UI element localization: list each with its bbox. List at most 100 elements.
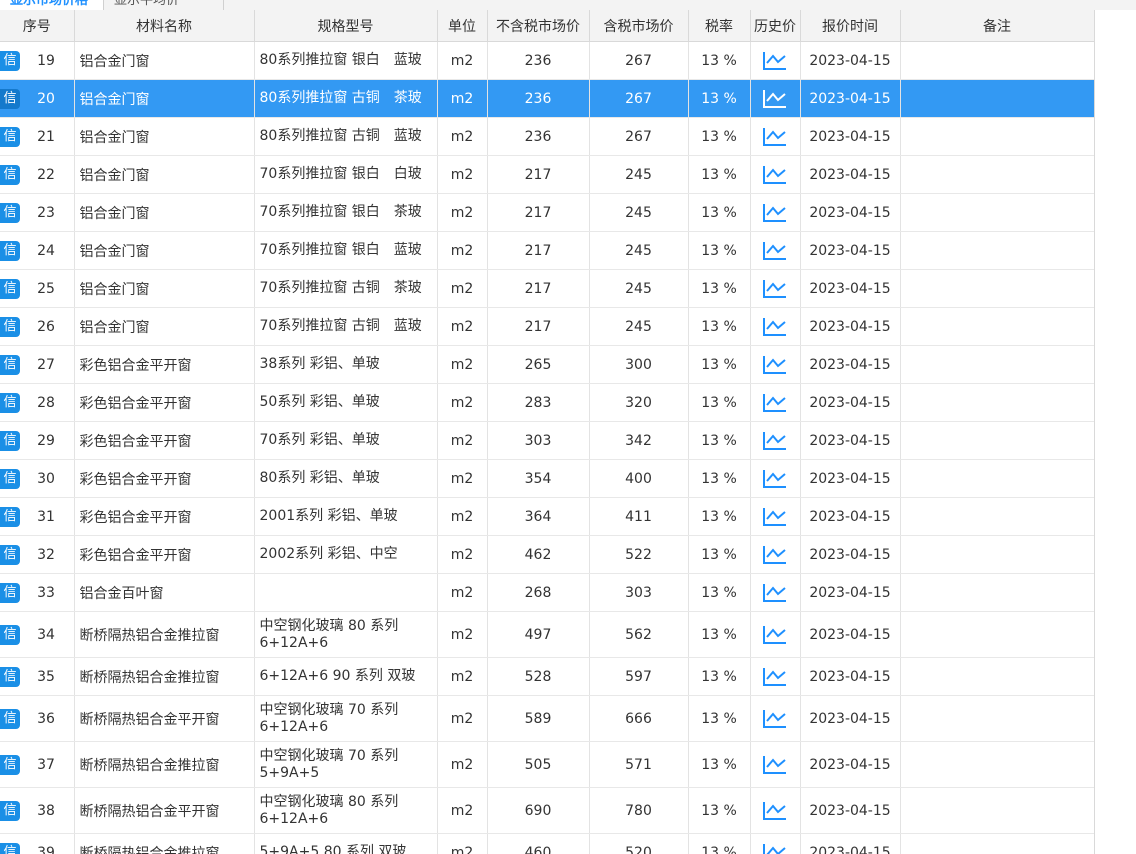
cell-seq: 信 24 [0, 231, 75, 270]
column-header-price-with-tax[interactable]: 含税市场价 [589, 10, 689, 42]
table-row[interactable]: 信 26 铝合金门窗 70系列推拉窗 古铜 蓝玻 m2 217 245 13 % 2023-04… [0, 307, 1094, 346]
table-row[interactable]: 信 34 断桥隔热铝合金推拉窗 中空钢化玻璃 80 系列 6+12A+6 m2 497 56… [0, 611, 1094, 658]
table-row[interactable]: 信 37 断桥隔热铝合金推拉窗 中空钢化玻璃 70 系列 5+9A+5 m2 505 571… [0, 741, 1094, 788]
tab-average-price[interactable]: 显示平均价 [104, 0, 224, 10]
cell-note[interactable] [900, 611, 1094, 658]
cell-note[interactable] [900, 231, 1094, 270]
cell-note[interactable] [900, 79, 1094, 118]
cell-note[interactable] [900, 421, 1094, 460]
column-header-note[interactable]: 备注 [900, 10, 1094, 42]
table-row[interactable]: 信 38 断桥隔热铝合金平开窗 中空钢化玻璃 80 系列 6+12A+6 m2 690 78… [0, 787, 1094, 834]
history-chart-icon[interactable] [762, 164, 788, 186]
cell-seq: 信 32 [0, 535, 75, 574]
table-row[interactable]: 信 21 铝合金门窗 80系列推拉窗 古铜 蓝玻 m2 236 267 13 % 2023-04… [0, 117, 1094, 156]
history-chart-icon[interactable] [762, 666, 788, 688]
history-chart-icon[interactable] [762, 278, 788, 300]
info-badge[interactable]: 信 [0, 624, 20, 645]
cell-note[interactable] [900, 787, 1094, 834]
info-badge[interactable]: 信 [0, 842, 20, 854]
history-chart-icon[interactable] [762, 708, 788, 730]
history-chart-icon[interactable] [762, 126, 788, 148]
column-header-price-pre-tax[interactable]: 不含税市场价 [487, 10, 590, 42]
column-header-unit[interactable]: 单位 [437, 10, 488, 42]
table-row[interactable]: 信 23 铝合金门窗 70系列推拉窗 银白 茶玻 m2 217 245 13 % 2023-04… [0, 193, 1094, 232]
table-row[interactable]: 信 30 彩色铝合金平开窗 80系列 彩铝、单玻 m2 354 400 13 % 2023-04… [0, 459, 1094, 498]
table-row[interactable]: 信 25 铝合金门窗 70系列推拉窗 古铜 茶玻 m2 217 245 13 % 2023-04… [0, 269, 1094, 308]
column-header-name[interactable]: 材料名称 [74, 10, 255, 42]
cell-history [750, 787, 801, 834]
table-row[interactable]: 信 32 彩色铝合金平开窗 2002系列 彩铝、中空 m2 462 522 13 % 2023-… [0, 535, 1094, 574]
cell-note[interactable] [900, 497, 1094, 536]
cell-note[interactable] [900, 741, 1094, 788]
table-row[interactable]: 信 39 断桥隔热铝合金推拉窗 5+9A+5 80 系列 双玻 m2 460 520 13 %… [0, 833, 1094, 854]
info-badge[interactable]: 信 [0, 582, 20, 603]
table-row[interactable]: 信 27 彩色铝合金平开窗 38系列 彩铝、单玻 m2 265 300 13 % 2023-04… [0, 345, 1094, 384]
table-row[interactable]: 信 28 彩色铝合金平开窗 50系列 彩铝、单玻 m2 283 320 13 % 2023-04… [0, 383, 1094, 422]
info-badge[interactable]: 信 [0, 202, 20, 223]
table-row[interactable]: 信 22 铝合金门窗 70系列推拉窗 银白 白玻 m2 217 245 13 % 2023-04… [0, 155, 1094, 194]
table-row[interactable]: 信 19 铝合金门窗 80系列推拉窗 银白 蓝玻 m2 236 267 13 % 2023-04… [0, 41, 1094, 80]
history-chart-icon[interactable] [762, 240, 788, 262]
info-badge[interactable]: 信 [0, 506, 20, 527]
history-chart-icon[interactable] [762, 800, 788, 822]
info-badge[interactable]: 信 [0, 354, 20, 375]
column-header-seq[interactable]: 序号 [0, 10, 75, 42]
cell-note[interactable] [900, 345, 1094, 384]
cell-note[interactable] [900, 695, 1094, 742]
cell-note[interactable] [900, 383, 1094, 422]
column-header-spec[interactable]: 规格型号 [254, 10, 438, 42]
table-row[interactable]: 信 20 铝合金门窗 80系列推拉窗 古铜 茶玻 m2 236 267 13 % 2023-04… [0, 79, 1094, 118]
table-row[interactable]: 信 31 彩色铝合金平开窗 2001系列 彩铝、单玻 m2 364 411 13 % 2023-… [0, 497, 1094, 536]
info-badge[interactable]: 信 [0, 126, 20, 147]
table-row[interactable]: 信 29 彩色铝合金平开窗 70系列 彩铝、单玻 m2 303 342 13 % 2023-04… [0, 421, 1094, 460]
cell-note[interactable] [900, 657, 1094, 696]
column-header-tax-rate[interactable]: 税率 [688, 10, 751, 42]
history-chart-icon[interactable] [762, 582, 788, 604]
info-badge[interactable]: 信 [0, 754, 20, 775]
info-badge[interactable]: 信 [0, 468, 20, 489]
info-badge[interactable]: 信 [0, 88, 20, 109]
info-badge[interactable]: 信 [0, 544, 20, 565]
table-row[interactable]: 信 24 铝合金门窗 70系列推拉窗 银白 蓝玻 m2 217 245 13 % 2023-04… [0, 231, 1094, 270]
history-chart-icon[interactable] [762, 624, 788, 646]
history-chart-icon[interactable] [762, 544, 788, 566]
info-badge[interactable]: 信 [0, 240, 20, 261]
history-chart-icon[interactable] [762, 392, 788, 414]
history-chart-icon[interactable] [762, 430, 788, 452]
history-chart-icon[interactable] [762, 506, 788, 528]
table-row[interactable]: 信 33 铝合金百叶窗 m2 268 303 13 % 2023-04-15 [0, 573, 1094, 612]
tab-market-price[interactable]: 显示市场价格 [0, 0, 104, 10]
info-badge[interactable]: 信 [0, 50, 20, 71]
info-badge[interactable]: 信 [0, 708, 20, 729]
history-chart-icon[interactable] [762, 50, 788, 72]
column-header-history[interactable]: 历史价 [750, 10, 801, 42]
cell-note[interactable] [900, 573, 1094, 612]
cell-history [750, 833, 801, 854]
cell-note[interactable] [900, 193, 1094, 232]
cell-note[interactable] [900, 269, 1094, 308]
table-row[interactable]: 信 36 断桥隔热铝合金平开窗 中空钢化玻璃 70 系列 6+12A+6 m2 589 66… [0, 695, 1094, 742]
history-chart-icon[interactable] [762, 316, 788, 338]
history-chart-icon[interactable] [762, 842, 788, 854]
info-badge[interactable]: 信 [0, 392, 20, 413]
cell-note[interactable] [900, 117, 1094, 156]
cell-note[interactable] [900, 459, 1094, 498]
info-badge[interactable]: 信 [0, 164, 20, 185]
history-chart-icon[interactable] [762, 754, 788, 776]
cell-note[interactable] [900, 833, 1094, 854]
cell-note[interactable] [900, 155, 1094, 194]
info-badge[interactable]: 信 [0, 316, 20, 337]
history-chart-icon[interactable] [762, 88, 788, 110]
history-chart-icon[interactable] [762, 202, 788, 224]
info-badge[interactable]: 信 [0, 278, 20, 299]
table-row[interactable]: 信 35 断桥隔热铝合金推拉窗 6+12A+6 90 系列 双玻 m2 528 597 13 … [0, 657, 1094, 696]
info-badge[interactable]: 信 [0, 430, 20, 451]
info-badge[interactable]: 信 [0, 800, 20, 821]
history-chart-icon[interactable] [762, 468, 788, 490]
cell-note[interactable] [900, 41, 1094, 80]
column-header-quote-date[interactable]: 报价时间 [800, 10, 901, 42]
info-badge[interactable]: 信 [0, 666, 20, 687]
cell-note[interactable] [900, 307, 1094, 346]
cell-note[interactable] [900, 535, 1094, 574]
history-chart-icon[interactable] [762, 354, 788, 376]
